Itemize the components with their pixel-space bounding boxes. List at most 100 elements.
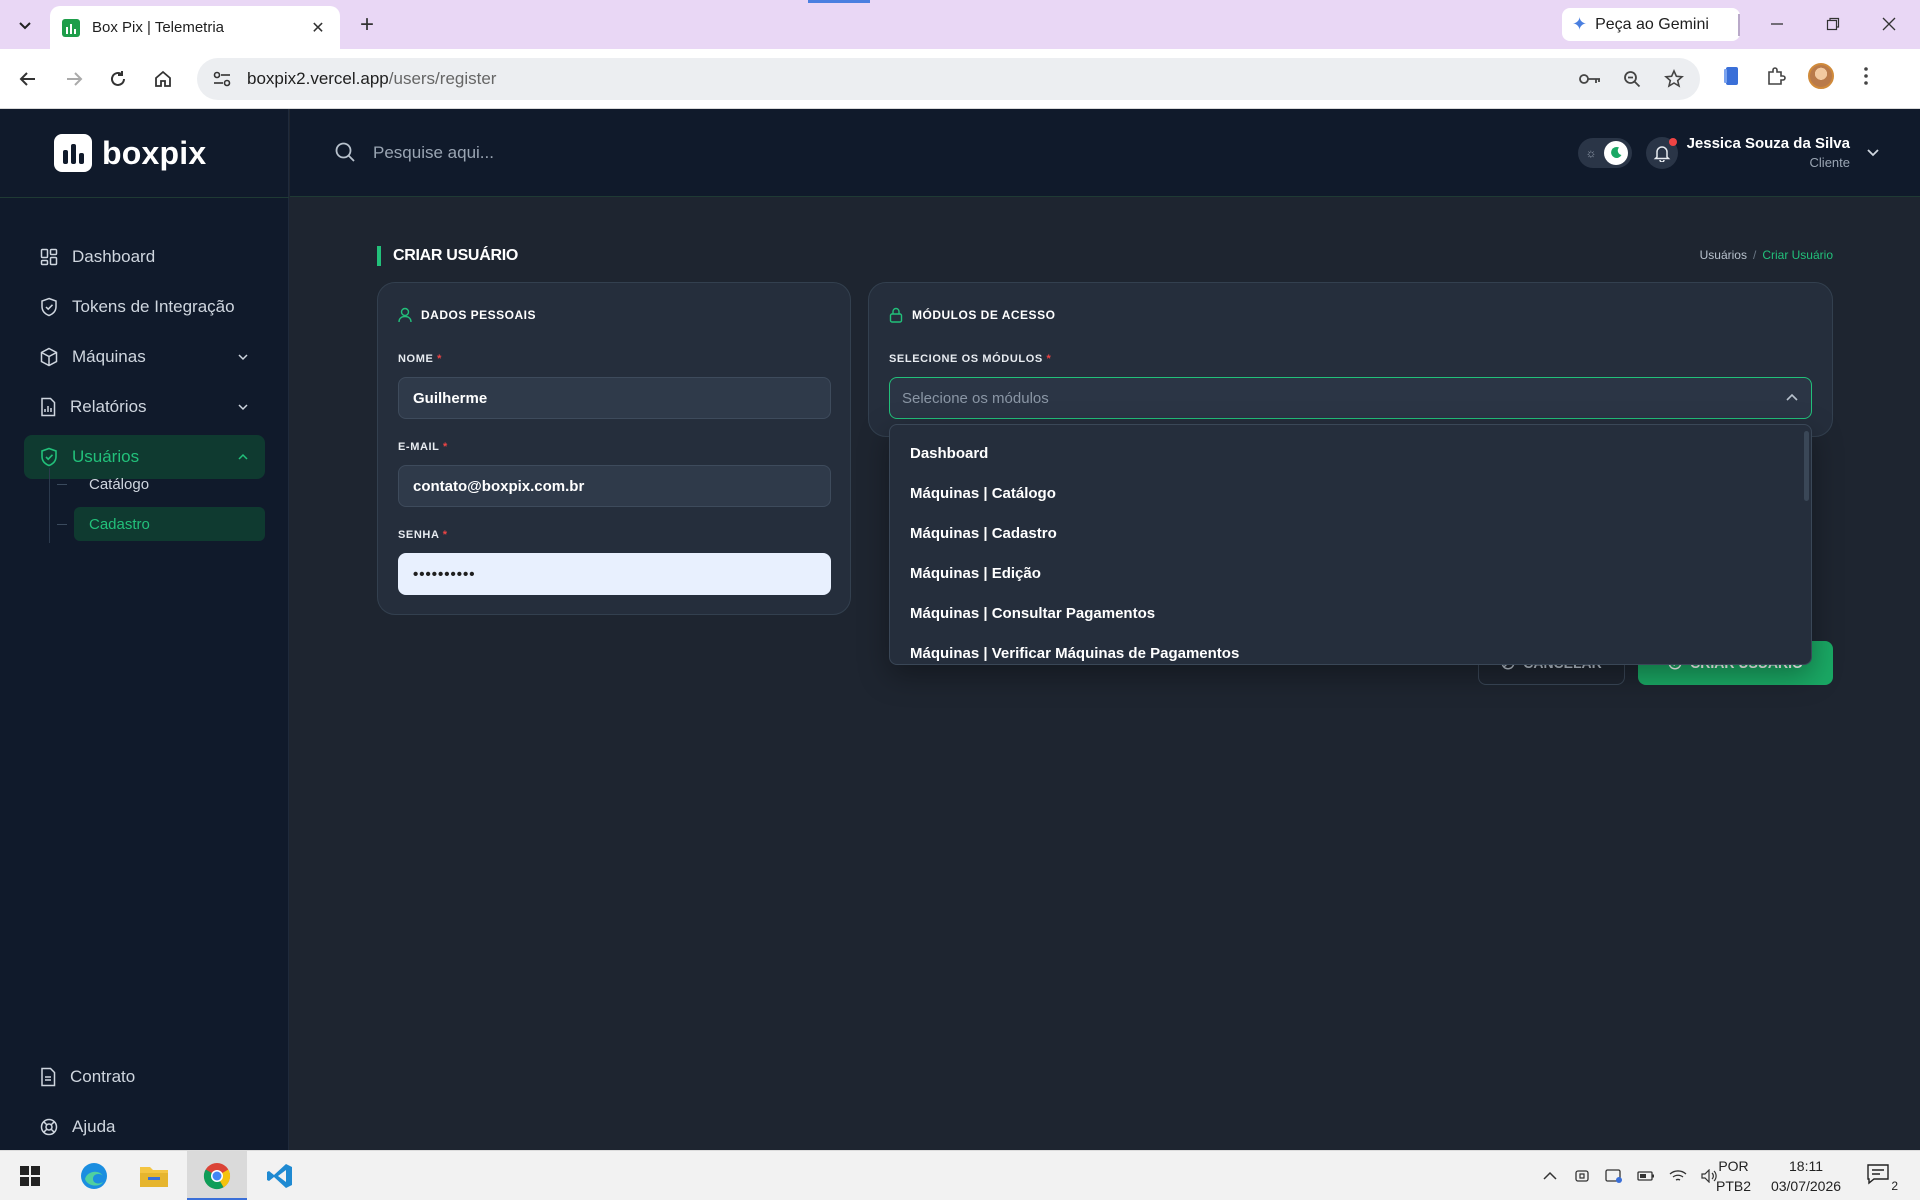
chevron-down-icon bbox=[19, 22, 31, 30]
report-icon bbox=[41, 397, 56, 417]
browser-menu-icon[interactable] bbox=[1854, 64, 1878, 88]
taskbar-vscode[interactable] bbox=[250, 1151, 310, 1200]
boxpix-favicon-icon bbox=[62, 18, 80, 37]
password-key-icon[interactable] bbox=[1578, 67, 1602, 91]
sidebar-subitem-cadastro[interactable]: Cadastro bbox=[74, 507, 265, 541]
sidebar-item-relatorios[interactable]: Relatórios bbox=[24, 385, 265, 429]
tray-battery-icon[interactable] bbox=[1636, 1166, 1656, 1186]
forward-button[interactable] bbox=[58, 63, 90, 95]
gemini-button[interactable]: ✦ Peça ao Gemini bbox=[1562, 8, 1740, 41]
dashboard-icon bbox=[40, 248, 58, 266]
tab-close-icon[interactable]: ✕ bbox=[308, 18, 328, 38]
folder-icon bbox=[140, 1167, 168, 1187]
module-option[interactable]: Máquinas | Catálogo bbox=[890, 473, 1802, 513]
sidebar-item-ajuda[interactable]: Ajuda bbox=[24, 1105, 265, 1149]
profile-avatar[interactable] bbox=[1808, 63, 1834, 89]
modules-options-list: Dashboard Máquinas | Catálogo Máquinas |… bbox=[890, 433, 1802, 664]
start-button[interactable] bbox=[0, 1151, 60, 1200]
address-bar[interactable]: boxpix2.vercel.app/users/register bbox=[197, 58, 1700, 100]
sidebar-subitem-catalogo[interactable]: Catálogo bbox=[74, 467, 265, 501]
close-icon bbox=[1882, 17, 1896, 31]
edge-icon bbox=[81, 1163, 107, 1189]
app-root: boxpix Dashboard Tokens de Integração Má… bbox=[0, 109, 1920, 1150]
tray-meet-icon[interactable] bbox=[1572, 1166, 1592, 1186]
password-field[interactable]: •••••••••• bbox=[398, 553, 831, 595]
taskbar-edge[interactable] bbox=[64, 1151, 124, 1200]
dropdown-scrollbar[interactable] bbox=[1804, 431, 1809, 501]
user-menu-chevron-icon[interactable] bbox=[1866, 145, 1880, 164]
sidebar-item-label: Dashboard bbox=[72, 247, 156, 266]
notification-center-button[interactable]: 2 bbox=[1866, 1163, 1898, 1193]
zoom-icon[interactable] bbox=[1620, 67, 1644, 91]
notifications-button[interactable] bbox=[1646, 137, 1678, 169]
tray-camera-icon[interactable] bbox=[1604, 1166, 1624, 1186]
document-icon bbox=[41, 1067, 56, 1087]
sidebar-divider bbox=[0, 197, 289, 198]
chevron-up-icon bbox=[238, 453, 248, 460]
browser-tab-active[interactable]: Box Pix | Telemetria ✕ bbox=[50, 6, 340, 49]
submenu-line bbox=[49, 468, 50, 543]
back-button[interactable] bbox=[12, 63, 44, 95]
module-option[interactable]: Máquinas | Edição bbox=[890, 553, 1802, 593]
logo[interactable]: boxpix bbox=[54, 134, 206, 172]
minimize-button[interactable] bbox=[1754, 8, 1800, 40]
sidebar-item-label: Relatórios bbox=[70, 397, 147, 416]
extensions-puzzle-icon[interactable] bbox=[1764, 64, 1788, 88]
reload-button[interactable] bbox=[102, 63, 134, 95]
help-icon bbox=[40, 1118, 58, 1136]
taskbar-chrome[interactable] bbox=[187, 1151, 247, 1200]
access-modules-header: MÓDULOS DE ACESSO bbox=[889, 307, 1055, 323]
tray-wifi-icon[interactable] bbox=[1668, 1166, 1688, 1186]
theme-toggle[interactable]: ☼ bbox=[1578, 138, 1632, 168]
lock-icon bbox=[889, 307, 903, 323]
input-language[interactable]: POR PTB2 bbox=[1716, 1156, 1751, 1196]
breadcrumb-usuarios[interactable]: Usuários bbox=[1700, 248, 1747, 262]
tab-group-indicator bbox=[808, 0, 870, 3]
clock[interactable]: 18:11 03/07/2026 bbox=[1764, 1156, 1848, 1196]
email-field[interactable]: contato@boxpix.com.br bbox=[398, 465, 831, 507]
device-extension-icon[interactable] bbox=[1720, 64, 1744, 88]
vscode-icon bbox=[267, 1164, 292, 1188]
restore-button[interactable] bbox=[1810, 8, 1856, 40]
module-option[interactable]: Dashboard bbox=[890, 433, 1802, 473]
search-input[interactable] bbox=[373, 135, 773, 171]
minimize-icon bbox=[1771, 23, 1783, 25]
sidebar-item-maquinas[interactable]: Máquinas bbox=[24, 335, 265, 379]
search-icon bbox=[334, 141, 356, 168]
sidebar-item-contrato[interactable]: Contrato bbox=[24, 1055, 265, 1099]
personal-data-header: DADOS PESSOAIS bbox=[398, 307, 536, 323]
sidebar-item-label: Ajuda bbox=[72, 1117, 116, 1136]
module-option[interactable]: Máquinas | Consultar Pagamentos bbox=[890, 593, 1802, 633]
taskbar-file-explorer[interactable] bbox=[124, 1151, 184, 1200]
modules-select[interactable]: Selecione os módulos bbox=[889, 377, 1812, 419]
shield-icon bbox=[41, 297, 57, 317]
topbar: ☼ Jessica Souza da Silva Cliente bbox=[290, 109, 1920, 197]
site-settings-icon[interactable] bbox=[211, 68, 233, 90]
arrow-right-icon bbox=[67, 72, 83, 86]
tab-search-button[interactable] bbox=[10, 10, 40, 40]
user-role: Cliente bbox=[1809, 155, 1850, 170]
clock-time: 18:11 bbox=[1789, 1158, 1823, 1174]
sidebar-item-dashboard[interactable]: Dashboard bbox=[24, 235, 265, 279]
windows-logo-icon bbox=[20, 1166, 40, 1186]
modules-dropdown: Dashboard Máquinas | Catálogo Máquinas |… bbox=[889, 424, 1812, 665]
breadcrumb-current: Criar Usuário bbox=[1762, 248, 1833, 262]
sidebar: boxpix Dashboard Tokens de Integração Má… bbox=[0, 109, 289, 1150]
browser-tab-bar: Box Pix | Telemetria ✕ + ✦ Peça ao Gemin… bbox=[0, 0, 1920, 49]
name-field[interactable]: Guilherme bbox=[398, 377, 831, 419]
gemini-label: Peça ao Gemini bbox=[1595, 15, 1709, 33]
boxpix-logo-icon bbox=[54, 134, 92, 172]
new-tab-button[interactable]: + bbox=[352, 10, 382, 40]
sidebar-item-tokens[interactable]: Tokens de Integração bbox=[24, 285, 265, 329]
sidebar-item-label: Contrato bbox=[70, 1067, 136, 1086]
module-option[interactable]: Máquinas | Verificar Máquinas de Pagamen… bbox=[890, 633, 1802, 664]
bookmark-star-icon[interactable] bbox=[1662, 67, 1686, 91]
tray-chevron-up-icon[interactable] bbox=[1540, 1166, 1560, 1186]
close-window-button[interactable] bbox=[1866, 8, 1912, 40]
user-name[interactable]: Jessica Souza da Silva bbox=[1687, 135, 1850, 152]
breadcrumb: Usuários / Criar Usuário bbox=[1700, 248, 1833, 262]
url-path: /users/register bbox=[388, 69, 497, 88]
module-option[interactable]: Máquinas | Cadastro bbox=[890, 513, 1802, 553]
home-button[interactable] bbox=[147, 63, 179, 95]
sidebar-item-label: Usuários bbox=[72, 447, 140, 466]
